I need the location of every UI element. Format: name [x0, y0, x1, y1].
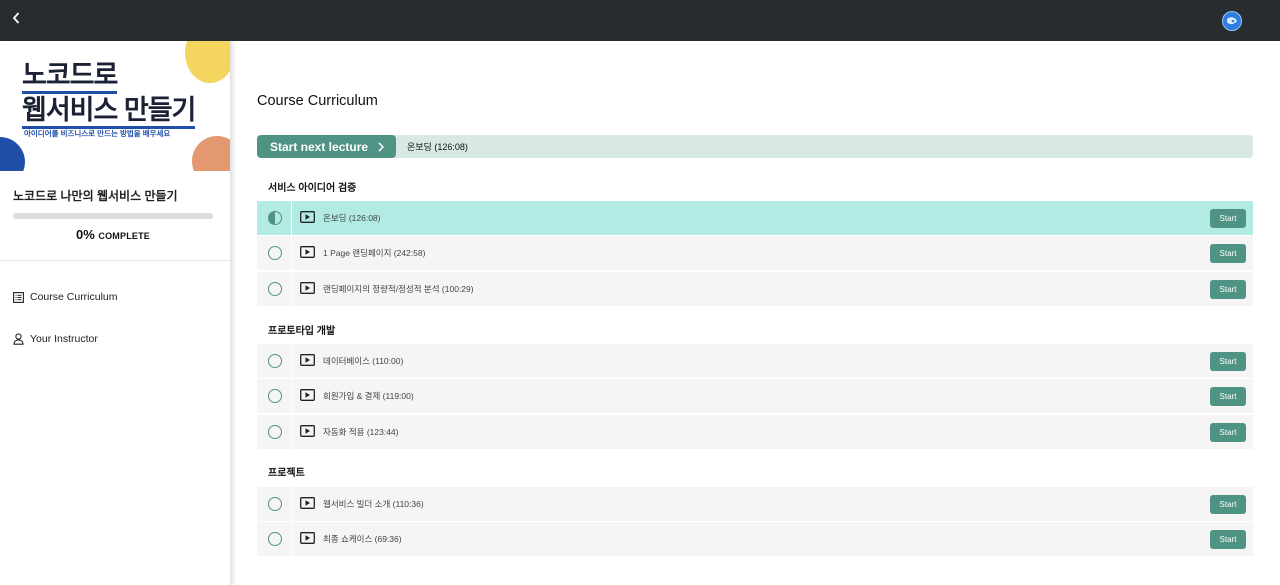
row-divider	[291, 236, 292, 271]
section-title: 서비스 아이디어 검증	[268, 183, 357, 194]
lecture-title: 데이터베이스 (110:00)	[323, 356, 404, 366]
not-started-status-icon	[268, 425, 282, 439]
video-play-icon	[300, 425, 315, 437]
lecture-start-button[interactable]: Start	[1210, 387, 1246, 406]
not-started-status-icon	[268, 389, 282, 403]
not-started-status-icon	[268, 246, 282, 260]
progress-text: 0% COMPLETE	[13, 227, 213, 242]
video-play-icon	[300, 497, 315, 509]
section-title: 프로토타입 개발	[268, 326, 336, 337]
banner-title-line1: 노코드로	[22, 59, 118, 94]
decor-circle-orange	[192, 136, 230, 171]
video-play-icon	[300, 211, 315, 223]
lecture-start-button[interactable]: Start	[1210, 352, 1246, 371]
user-avatar-icon	[1227, 17, 1237, 25]
lecture-title: 최종 쇼케이스 (69:36)	[323, 534, 402, 544]
main-content: Course Curriculum Start next lecture 온보딩…	[231, 41, 1280, 585]
row-divider	[291, 379, 292, 414]
start-next-lecture-button[interactable]: Start next lecture	[257, 135, 396, 158]
video-play-icon	[300, 354, 315, 366]
lecture-start-button[interactable]: Start	[1210, 209, 1246, 228]
sidebar-item-your-instructor[interactable]: Your Instructor	[12, 333, 98, 345]
not-started-status-icon	[268, 532, 282, 546]
sidebar-item-label: Your Instructor	[30, 333, 98, 345]
lecture-title: 웹서비스 빌더 소개 (110:36)	[323, 499, 424, 509]
row-divider	[291, 522, 292, 557]
lecture-row[interactable]: 최종 쇼케이스 (69:36) Start	[257, 522, 1253, 557]
course-name: 노코드로 나만의 웹서비스 만들기	[13, 189, 178, 203]
not-started-status-icon	[268, 282, 282, 296]
top-bar	[0, 0, 1280, 41]
in-progress-status-icon	[268, 211, 282, 225]
next-lecture-bar: Start next lecture 온보딩 (126:08)	[257, 135, 1253, 158]
lecture-row[interactable]: 데이터베이스 (110:00) Start	[257, 344, 1253, 379]
lecture-title: 랜딩페이지의 정량적/정성적 분석 (100:29)	[323, 284, 474, 294]
lecture-title: 1 Page 랜딩페이지 (242:58)	[323, 248, 426, 258]
sidebar-divider	[0, 260, 230, 261]
chevron-right-icon	[378, 141, 385, 152]
banner-title: 노코드로 웹서비스 만들기	[22, 59, 196, 129]
lecture-row[interactable]: 1 Page 랜딩페이지 (242:58) Start	[257, 236, 1253, 271]
lecture-row[interactable]: 랜딩페이지의 정량적/정성적 분석 (100:29) Start	[257, 272, 1253, 307]
sidebar-item-course-curriculum[interactable]: Course Curriculum	[12, 291, 118, 303]
lecture-start-button[interactable]: Start	[1210, 423, 1246, 442]
lecture-row[interactable]: 자동화 적용 (123:44) Start	[257, 415, 1253, 450]
row-divider	[291, 415, 292, 450]
next-lecture-title: 온보딩 (126:08)	[407, 142, 468, 152]
start-next-lecture-label: Start next lecture	[270, 139, 369, 154]
sidebar: 노코드로 웹서비스 만들기 아이디어를 비즈니스로 만드는 방법을 배우세요 노…	[0, 41, 231, 585]
user-avatar[interactable]	[1222, 11, 1242, 31]
section-title: 프로젝트	[268, 468, 305, 479]
progress-suffix: COMPLETE	[98, 231, 151, 241]
lecture-start-button[interactable]: Start	[1210, 495, 1246, 514]
progress-percent: 0%	[75, 227, 95, 242]
lecture-row[interactable]: 웹서비스 빌더 소개 (110:36) Start	[257, 487, 1253, 522]
chevron-left-icon	[12, 12, 20, 24]
lecture-title: 온보딩 (126:08)	[323, 213, 381, 223]
course-banner-image: 노코드로 웹서비스 만들기 아이디어를 비즈니스로 만드는 방법을 배우세요	[0, 41, 230, 171]
video-play-icon	[300, 532, 315, 544]
page-title: Course Curriculum	[257, 93, 378, 109]
row-divider	[291, 487, 292, 522]
lecture-start-button[interactable]: Start	[1210, 530, 1246, 549]
lecture-row[interactable]: 회원가입 & 결제 (119:00) Start	[257, 379, 1253, 414]
decor-circle-blue	[0, 137, 25, 171]
row-divider	[291, 201, 292, 236]
lecture-title: 회원가입 & 결제 (119:00)	[323, 391, 414, 401]
banner-subtitle: 아이디어를 비즈니스로 만드는 방법을 배우세요	[24, 129, 171, 138]
lecture-start-button[interactable]: Start	[1210, 244, 1246, 263]
row-divider	[291, 344, 292, 379]
sidebar-item-label: Course Curriculum	[30, 291, 118, 303]
video-play-icon	[300, 389, 315, 401]
video-play-icon	[300, 282, 315, 294]
person-icon	[12, 333, 24, 345]
lecture-row[interactable]: 온보딩 (126:08) Start	[257, 201, 1253, 236]
video-play-icon	[300, 246, 315, 258]
lecture-start-button[interactable]: Start	[1210, 280, 1246, 299]
progress-bar	[13, 213, 213, 219]
back-button[interactable]	[8, 8, 24, 28]
banner-title-line2: 웹서비스 만들기	[22, 94, 196, 129]
not-started-status-icon	[268, 354, 282, 368]
list-icon	[12, 291, 24, 303]
not-started-status-icon	[268, 497, 282, 511]
row-divider	[291, 272, 292, 307]
lecture-title: 자동화 적용 (123:44)	[323, 427, 399, 437]
